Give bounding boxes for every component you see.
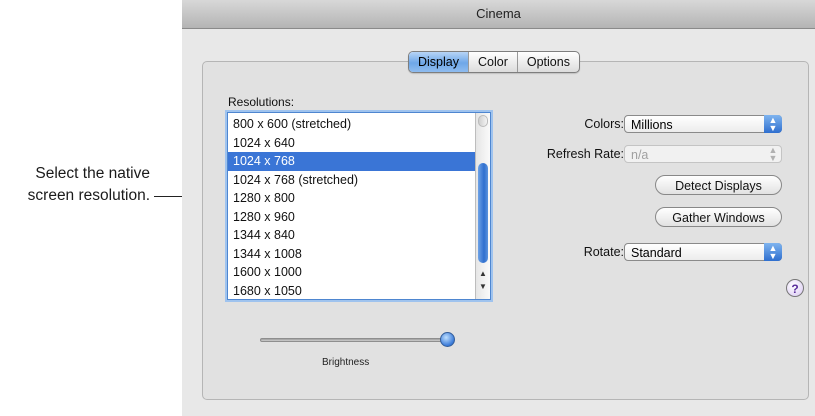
list-item[interactable]: 1600 x 1000 [228,263,475,282]
brightness-slider-knob[interactable] [440,332,455,347]
colors-popup[interactable]: Millions ▲ ▼ [624,115,782,133]
scroll-up-arrow-icon[interactable]: ▲ [476,268,490,280]
displays-window: Cinema Display Color Options Resolutions… [182,0,815,416]
brightness-label: Brightness [322,357,370,368]
rotate-value: Standard [631,246,682,260]
detect-displays-button[interactable]: Detect Displays [655,175,782,195]
tab-color[interactable]: Color [468,52,517,72]
list-item[interactable]: 1680 x 1050 [228,282,475,301]
callout-text: Select the native screen resolution. [0,163,150,207]
colors-stepper-icon: ▲ ▼ [764,115,782,133]
list-item[interactable]: 1280 x 800 [228,189,475,208]
list-item[interactable]: 800 x 600 (stretched) [228,115,475,134]
callout-line-1: Select the native [35,165,150,182]
resolutions-items: 800 x 600 (stretched) 1024 x 640 1024 x 76… [228,115,475,300]
list-item[interactable]: 1024 x 768 (stretched) [228,171,475,190]
title-bar[interactable]: Cinema [182,0,815,29]
refresh-rate-popup[interactable]: n/a ▲ ▼ [624,145,782,163]
list-item[interactable]: 1024 x 768 [228,152,475,171]
scrollbar-thumb[interactable] [478,163,488,263]
refresh-rate-value: n/a [631,148,649,162]
rotate-popup[interactable]: Standard ▲ ▼ [624,243,782,261]
colors-label: Colors: [584,117,624,131]
tab-bar: Display Color Options [408,51,580,73]
refresh-rate-label: Refresh Rate: [546,147,624,161]
list-item[interactable]: 1280 x 960 [228,208,475,227]
scroll-down-arrow-icon[interactable]: ▼ [476,281,490,293]
list-item[interactable]: 1344 x 1008 [228,245,475,264]
brightness-slider-track[interactable] [260,338,450,342]
resolutions-label: Resolutions: [228,95,295,109]
callout-line-2: screen resolution. [27,187,150,204]
gather-windows-button[interactable]: Gather Windows [655,207,782,227]
resolutions-scrollbar[interactable]: ▲ ▼ [475,113,490,299]
window-title: Cinema [476,6,521,21]
scrollbar-top-cap [478,115,488,127]
tab-display[interactable]: Display [409,52,468,72]
help-icon[interactable]: ? [786,279,804,297]
colors-value: Millions [631,118,673,132]
refresh-stepper-icon: ▲ ▼ [768,145,778,163]
rotate-stepper-icon: ▲ ▼ [764,243,782,261]
list-item[interactable]: 1024 x 640 [228,134,475,153]
tab-options[interactable]: Options [516,52,579,72]
resolutions-list[interactable]: 800 x 600 (stretched) 1024 x 640 1024 x 76… [227,112,491,300]
rotate-label: Rotate: [583,245,624,259]
list-item[interactable]: 1344 x 840 [228,226,475,245]
